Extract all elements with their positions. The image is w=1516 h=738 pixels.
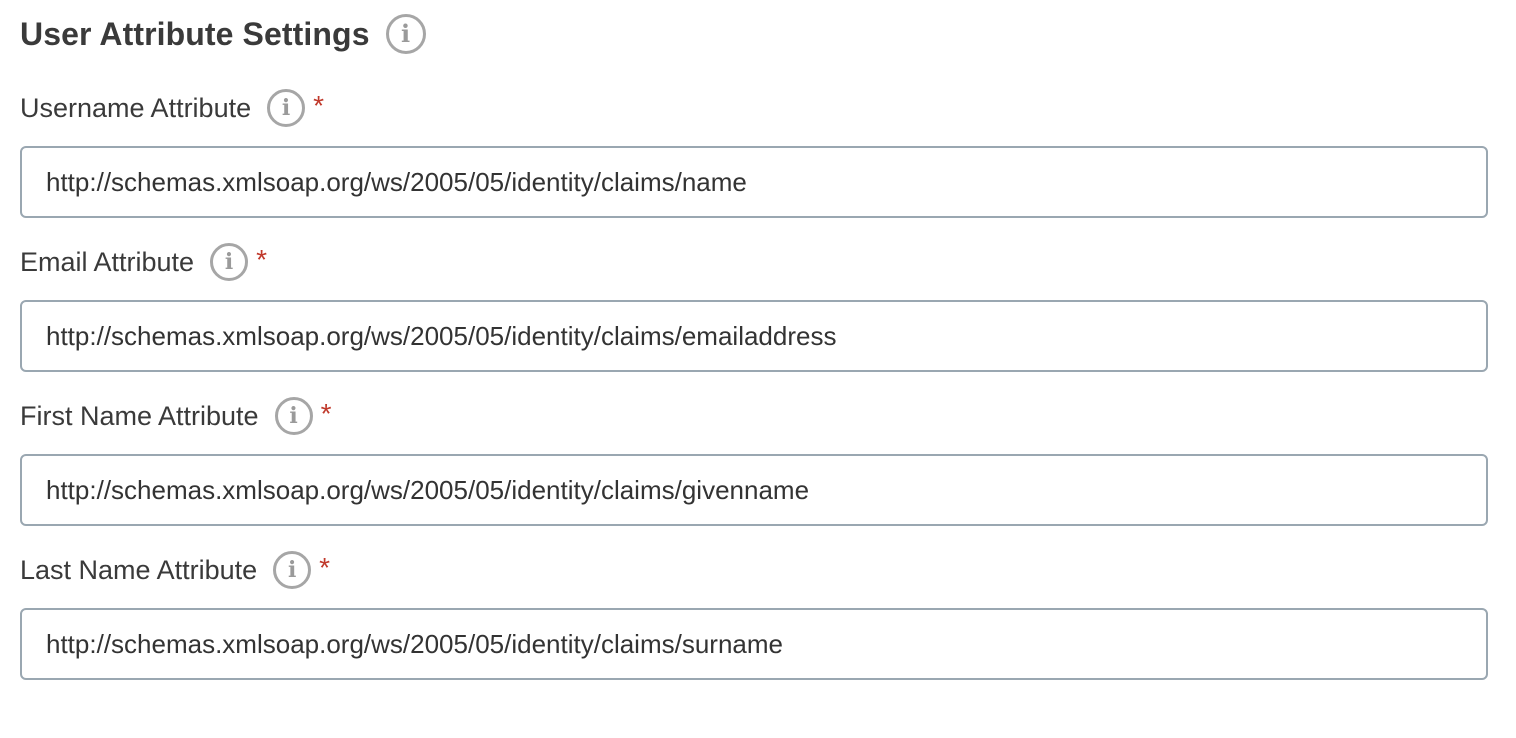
username-attribute-label-row: Username Attribute i *: [20, 80, 1488, 136]
user-attribute-settings-panel: User Attribute Settings i Username Attri…: [20, 0, 1488, 680]
required-asterisk: *: [319, 552, 331, 583]
last-name-attribute-label: Last Name Attribute: [20, 554, 258, 585]
required-asterisk: *: [320, 398, 332, 429]
last-name-attribute-input[interactable]: [20, 608, 1488, 680]
info-icon[interactable]: i: [385, 14, 426, 54]
first-name-attribute-label-row: First Name Attribute i *: [20, 388, 1488, 444]
first-name-attribute-input[interactable]: [20, 454, 1488, 526]
info-icon[interactable]: i: [274, 397, 313, 435]
username-attribute-label: Username Attribute: [20, 92, 252, 123]
email-attribute-label: Email Attribute: [20, 246, 195, 277]
info-icon[interactable]: i: [210, 243, 249, 281]
info-icon[interactable]: i: [267, 89, 306, 127]
info-icon[interactable]: i: [273, 551, 312, 589]
section-header: User Attribute Settings i: [20, 0, 1488, 68]
last-name-attribute-label-row: Last Name Attribute i *: [20, 542, 1488, 598]
first-name-attribute-label: First Name Attribute: [20, 400, 259, 431]
required-asterisk: *: [256, 244, 267, 275]
username-attribute-input[interactable]: [20, 146, 1488, 218]
required-asterisk: *: [313, 90, 325, 121]
email-attribute-input[interactable]: [20, 300, 1488, 372]
section-title: User Attribute Settings: [20, 15, 370, 52]
email-attribute-label-row: Email Attribute i *: [20, 234, 1488, 290]
